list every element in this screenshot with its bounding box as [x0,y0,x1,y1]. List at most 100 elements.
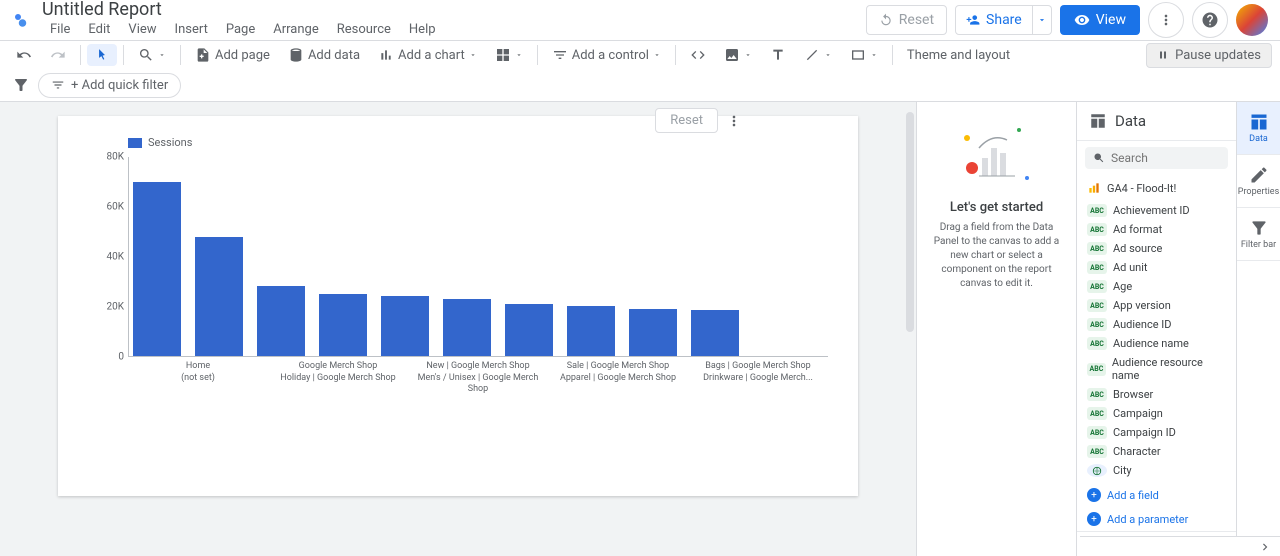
bar[interactable] [691,310,739,356]
x-label: Holiday | Google Merch Shop [268,373,408,396]
table-icon [1249,112,1269,132]
add-field-button[interactable]: + Add a field [1077,483,1236,507]
field-item[interactable]: ABCAchievement ID [1077,201,1236,220]
rail-data[interactable]: Data [1237,102,1280,155]
add-chart-button[interactable]: Add a chart [370,43,485,67]
get-started-text: Drag a field from the Data Panel to the … [929,221,1064,291]
abc-icon: ABC [1087,407,1107,420]
field-item[interactable]: ABCAudience resource name [1077,353,1236,385]
text-button[interactable] [762,43,794,67]
bar[interactable] [195,237,243,356]
view-button[interactable]: View [1060,5,1140,35]
menu-insert[interactable]: Insert [167,18,216,41]
community-viz-button[interactable] [487,43,531,67]
page-nav[interactable] [1080,536,1280,556]
field-label: Achievement ID [1113,204,1190,217]
field-item[interactable]: ABCAudience ID [1077,315,1236,334]
report-page[interactable]: Sessions 80K 60K 40K 20K 0 HomeGoogle Me… [58,116,858,496]
field-item[interactable]: ABCCampaign ID [1077,423,1236,442]
menu-arrange[interactable]: Arrange [265,18,326,41]
user-avatar[interactable] [1236,4,1268,36]
bar[interactable] [319,294,367,356]
menu-resource[interactable]: Resource [329,18,399,41]
shape-button[interactable] [842,43,886,67]
line-button[interactable] [796,43,840,67]
menu-page[interactable]: Page [218,18,263,41]
add-data-button[interactable]: Add data [280,43,368,67]
looker-studio-logo[interactable] [12,11,30,29]
canvas[interactable]: Reset Sessions 80K 60K 40K 20K 0 HomeGo [0,101,916,556]
menu-edit[interactable]: Edit [80,18,118,41]
field-item[interactable]: ABCCharacter [1077,442,1236,461]
field-label: App version [1113,299,1171,312]
x-label: New | Google Merch Shop [408,361,548,373]
menu-file[interactable]: File [42,18,78,41]
field-label: Ad source [1113,242,1162,255]
rail-properties[interactable]: Properties [1237,155,1280,208]
help-button[interactable] [1192,2,1228,38]
field-label: Age [1113,280,1132,293]
field-item[interactable]: ABCCampaign [1077,404,1236,423]
menu-help[interactable]: Help [401,18,444,41]
field-item[interactable]: ABCAd source [1077,239,1236,258]
toolbar: Add page Add data Add a chart Add a cont… [0,41,1280,69]
field-item[interactable]: ABCAd unit [1077,258,1236,277]
x-label: Drinkware | Google Merch... [688,373,828,396]
bar[interactable] [505,304,553,356]
bar[interactable] [567,306,615,356]
bar[interactable] [629,309,677,356]
add-control-button[interactable]: Add a control [544,43,669,67]
bar[interactable] [257,286,305,356]
field-item[interactable]: ABCAudience name [1077,334,1236,353]
rail-filter-bar[interactable]: Filter bar [1237,208,1280,261]
bar[interactable] [381,296,429,356]
bar[interactable] [443,299,491,356]
add-quick-filter[interactable]: + Add quick filter [38,73,181,98]
menu-view[interactable]: View [120,18,164,41]
pause-updates-button[interactable]: Pause updates [1146,43,1272,68]
undo-button[interactable] [8,43,40,67]
share-dropdown[interactable] [1033,5,1052,35]
embed-button[interactable] [682,43,714,67]
image-icon [724,47,740,63]
redo-button[interactable] [42,43,74,67]
more-options-button[interactable] [1148,2,1184,38]
canvas-reset-button[interactable]: Reset [655,108,718,133]
search-input[interactable] [1111,151,1220,165]
report-title[interactable]: Untitled Report [42,0,866,20]
add-page-button[interactable]: Add page [187,43,278,67]
redo-icon [50,47,66,63]
abc-icon: ABC [1087,299,1107,312]
zoom-button[interactable] [130,43,174,67]
x-axis-labels-row2: (not set)Holiday | Google Merch ShopMen'… [128,373,828,396]
theme-layout-button[interactable]: Theme and layout [899,44,1018,67]
field-item[interactable]: ABC App version [1077,296,1236,315]
field-label: City [1113,464,1132,477]
bar[interactable] [133,182,181,356]
canvas-scrollbar[interactable] [904,102,916,556]
field-item[interactable]: City [1077,461,1236,480]
image-button[interactable] [716,43,760,67]
field-item[interactable]: ABCAd format [1077,220,1236,239]
rect-icon [850,47,866,63]
canvas-more-button[interactable] [722,109,746,133]
field-search[interactable] [1085,147,1228,169]
add-parameter-button[interactable]: + Add a parameter [1077,507,1236,531]
abc-icon: ABC [1087,445,1107,458]
get-started-panel: Let's get started Drag a field from the … [916,101,1076,556]
pause-icon [1157,49,1169,61]
bar-chart[interactable]: 80K 60K 40K 20K 0 [128,157,828,357]
legend-swatch [128,138,142,148]
pencil-icon [1249,165,1269,185]
reset-button-top[interactable]: Reset [866,5,947,35]
share-button[interactable]: Share [955,5,1033,35]
abc-icon: ABC [1087,280,1107,293]
select-tool[interactable] [87,44,117,66]
field-item[interactable]: ABCBrowser [1077,385,1236,404]
plus-icon: + [1087,488,1101,502]
filter-toggle[interactable] [12,76,30,94]
data-source[interactable]: GA4 - Flood-It! [1077,175,1236,201]
field-item[interactable]: ABC Age [1077,277,1236,296]
field-label: Audience ID [1113,318,1172,331]
x-label: Bags | Google Merch Shop [688,361,828,373]
